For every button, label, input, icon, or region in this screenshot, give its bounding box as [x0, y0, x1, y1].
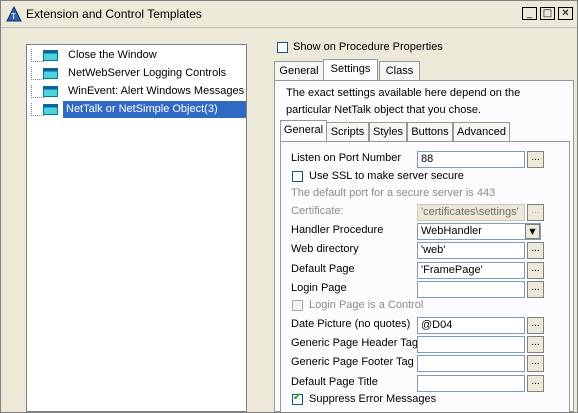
tree-item-close-window[interactable]: Close the Window: [29, 47, 245, 64]
tab-settings[interactable]: Settings: [323, 59, 378, 81]
title-bar: T Extension and Control Templates _ □ ✕: [1, 1, 577, 28]
default-page-title-lookup-button[interactable]: ...: [527, 375, 544, 392]
tree-item-winevent[interactable]: WinEvent: Alert Windows Messages: [29, 83, 245, 100]
use-ssl-checkbox[interactable]: [292, 171, 303, 182]
template-tree[interactable]: Close the Window NetWebServer Logging Co…: [26, 44, 247, 412]
header-tag-input[interactable]: [417, 336, 525, 353]
default-page-label: Default Page: [291, 263, 355, 275]
default-page-input[interactable]: 'FramePage': [417, 262, 525, 279]
login-page-is-control-checkbox[interactable]: [292, 300, 303, 311]
certificate-label: Certificate:: [291, 205, 344, 217]
ssl-note: The default port for a secure server is …: [291, 187, 496, 199]
window-icon: [43, 50, 58, 61]
description-line-2: particular NetTalk object that you chose…: [286, 104, 482, 116]
default-page-title-label: Default Page Title: [291, 376, 378, 388]
show-on-procedure-properties-checkbox[interactable]: [277, 42, 288, 53]
tree-item-logging-controls[interactable]: NetWebServer Logging Controls: [29, 65, 245, 82]
suppress-errors-label: Suppress Error Messages: [309, 393, 437, 405]
tree-item-label: WinEvent: Alert Windows Messages: [68, 85, 245, 97]
listen-port-label: Listen on Port Number: [291, 152, 402, 164]
login-page-is-control-label: Login Page is a Control: [309, 299, 424, 311]
login-page-lookup-button[interactable]: ...: [527, 281, 544, 298]
certificate-input[interactable]: 'certificates\settings': [417, 204, 525, 221]
footer-tag-input[interactable]: [417, 355, 525, 372]
app-icon: T: [6, 6, 22, 22]
suppress-errors-checkbox[interactable]: [292, 392, 303, 405]
settings-panel: The exact settings available here depend…: [274, 80, 574, 412]
tree-item-label: NetWebServer Logging Controls: [68, 67, 227, 79]
inner-tab-styles[interactable]: Styles: [369, 122, 407, 142]
inner-tab-buttons[interactable]: Buttons: [407, 122, 453, 142]
window-title: Extension and Control Templates: [26, 7, 202, 21]
date-picture-input[interactable]: @D04: [417, 317, 525, 334]
header-tag-label: Generic Page Header Tag: [291, 337, 418, 349]
login-page-input[interactable]: [417, 281, 525, 298]
default-page-lookup-button[interactable]: ...: [527, 262, 544, 279]
footer-tag-lookup-button[interactable]: ...: [527, 355, 544, 372]
tab-class[interactable]: Class: [379, 61, 420, 81]
header-tag-lookup-button[interactable]: ...: [527, 336, 544, 353]
date-picture-lookup-button[interactable]: ...: [527, 317, 544, 334]
footer-tag-label: Generic Page Footer Tag: [291, 356, 414, 368]
default-page-title-input[interactable]: [417, 375, 525, 392]
window-icon: [43, 86, 58, 97]
certificate-lookup-button[interactable]: ...: [527, 204, 544, 221]
maximize-button[interactable]: □: [540, 7, 555, 20]
inner-tab-scripts[interactable]: Scripts: [326, 122, 369, 142]
close-button[interactable]: ✕: [558, 7, 573, 20]
tree-item-nettalk-object[interactable]: NetTalk or NetSimple Object(3): [29, 101, 246, 118]
web-directory-input[interactable]: 'web': [417, 242, 525, 259]
tab-general[interactable]: General: [274, 61, 324, 81]
tree-item-label: Close the Window: [68, 49, 157, 61]
web-directory-lookup-button[interactable]: ...: [527, 242, 544, 259]
svg-text:T: T: [10, 12, 16, 21]
general-subpanel: Listen on Port Number 88 ... Use SSL to …: [280, 141, 570, 412]
inner-tab-general[interactable]: General: [280, 120, 327, 142]
listen-port-lookup-button[interactable]: ...: [527, 151, 544, 168]
description-line-1: The exact settings available here depend…: [286, 87, 521, 99]
minimize-button[interactable]: _: [522, 7, 537, 20]
handler-procedure-select[interactable]: WebHandler: [417, 223, 541, 240]
window-icon: [43, 104, 58, 115]
chevron-down-icon[interactable]: ▼: [525, 224, 540, 239]
handler-procedure-label: Handler Procedure: [291, 224, 384, 236]
use-ssl-label: Use SSL to make server secure: [309, 170, 464, 182]
main-window: T Extension and Control Templates _ □ ✕ …: [0, 0, 578, 413]
window-icon: [43, 68, 58, 79]
web-directory-label: Web directory: [291, 243, 359, 255]
inner-tab-advanced[interactable]: Advanced: [453, 122, 510, 142]
listen-port-input[interactable]: 88: [417, 151, 525, 168]
login-page-label: Login Page: [291, 282, 347, 294]
tree-item-label: NetTalk or NetSimple Object(3): [63, 101, 246, 118]
show-on-procedure-properties-label: Show on Procedure Properties: [293, 41, 443, 53]
date-picture-label: Date Picture (no quotes): [291, 318, 411, 330]
